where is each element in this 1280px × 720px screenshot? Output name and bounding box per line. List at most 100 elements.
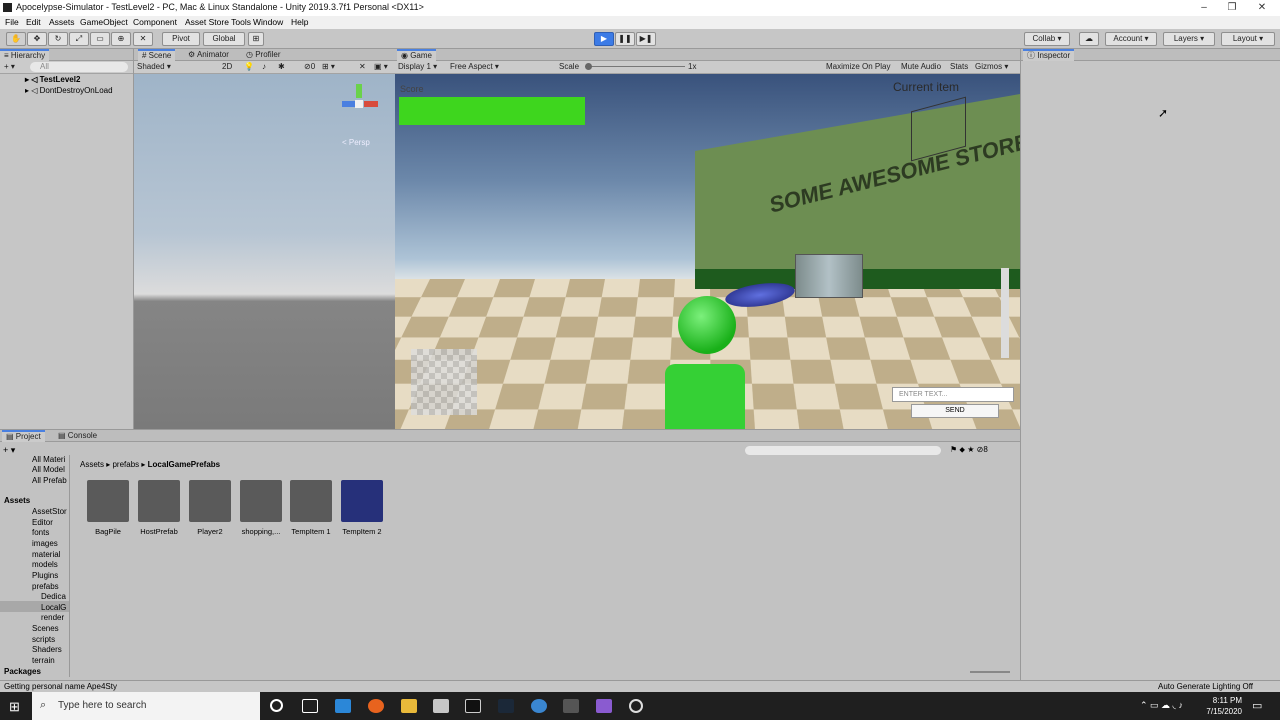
taskbar-search-input[interactable]: Type here to search [58,700,146,711]
gizmo-x-axis[interactable] [364,101,378,107]
hierarchy-search-input[interactable]: All [30,62,128,72]
cortana-icon[interactable] [270,699,283,712]
play-button[interactable]: ▶ [594,32,614,46]
file-explorer-icon[interactable] [401,699,417,713]
tab-inspector[interactable]: ⓘ Inspector [1023,49,1075,61]
tree-item-localgame[interactable]: LocalG [41,603,66,612]
tab-animator[interactable]: ⚙ Animator [184,49,233,61]
gizmo-y-axis[interactable] [356,84,362,98]
project-search-input[interactable] [745,446,941,455]
pause-button[interactable]: ❚❚ [615,32,635,46]
tree-item-fonts[interactable]: fonts [32,528,49,537]
gizmos-dropdown[interactable]: Gizmos ▾ [975,62,1008,71]
menu-asset-store-tools[interactable]: Asset Store Tools [185,17,251,27]
rotate-tool-button[interactable]: ↻ [48,32,68,46]
asset-bagpile[interactable]: BagPile [85,480,131,536]
collab-dropdown[interactable]: Collab ▾ [1024,32,1070,46]
perspective-label[interactable]: < Persp [342,138,370,147]
icon-size-slider[interactable] [970,671,1010,673]
rect-tool-button[interactable]: ▭ [90,32,110,46]
snap-button[interactable]: ⊞ [248,32,264,46]
display-dropdown[interactable]: Display 1 ▾ [398,62,437,71]
tab-scene[interactable]: # Scene [138,49,176,61]
favorite-all-materials[interactable]: All Materi [32,455,65,464]
move-tool-button[interactable]: ✥ [27,32,47,46]
stats-toggle[interactable]: Stats [950,62,968,71]
asset-shopping[interactable]: shopping,... [238,480,284,536]
lighting-toggle[interactable]: 💡 [244,62,254,71]
send-button[interactable]: SEND [911,404,999,418]
gizmo-z-axis[interactable] [342,101,356,107]
vscode-icon[interactable] [335,699,351,713]
audio-toggle[interactable]: ♪ [262,62,266,71]
tree-item-scripts[interactable]: scripts [32,635,55,644]
tree-item-shaders[interactable]: Shaders [32,645,62,654]
tree-item-render[interactable]: render [41,613,64,622]
menu-edit[interactable]: Edit [26,17,41,27]
clock-time[interactable]: 8:11 PM [1206,696,1242,705]
pivot-toggle[interactable]: Pivot [162,32,200,46]
transform-tool-button[interactable]: ⊕ [111,32,131,46]
tree-item-images[interactable]: images [32,539,58,548]
tree-item-assetstore[interactable]: AssetStor [32,507,67,516]
scale-slider[interactable] [585,66,685,67]
close-button[interactable]: ✕ [1248,0,1276,16]
favorite-all-prefabs[interactable]: All Prefab [32,476,67,485]
scene-gizmo[interactable] [339,84,379,124]
layout-dropdown[interactable]: Layout ▾ [1221,32,1275,46]
breadcrumb-localgameprefabs[interactable]: LocalGamePrefabs [148,460,220,469]
breadcrumb-prefabs[interactable]: prefabs [112,460,139,469]
firefox-icon[interactable] [368,699,384,713]
scene-tools-button[interactable]: ✕ [359,62,366,71]
tree-item-scenes[interactable]: Scenes [32,624,59,633]
tree-item-dedicated[interactable]: Dedica [41,592,66,601]
account-dropdown[interactable]: Account ▾ [1105,32,1157,46]
steam-icon[interactable] [498,699,514,713]
tab-game[interactable]: ◉ Game [397,49,436,61]
tree-item-plugins[interactable]: Plugins [32,571,58,580]
effects-toggle[interactable]: ✱ [278,62,285,71]
menu-gameobject[interactable]: GameObject [80,17,128,27]
tree-item-terrain[interactable]: terrain [32,656,55,665]
asset-hostprefab[interactable]: HostPrefab [136,480,182,536]
browser-icon[interactable] [531,699,547,713]
asset-tempitem-2[interactable]: TempItem 2 [339,480,385,536]
minimize-button[interactable]: – [1190,0,1218,16]
menu-component[interactable]: Component [133,17,177,27]
photos-icon[interactable] [433,699,449,713]
menu-assets[interactable]: Assets [49,17,75,27]
add-object-button[interactable]: + ▾ [4,62,15,71]
maximize-button[interactable]: ❐ [1218,0,1246,16]
breadcrumb-assets[interactable]: Assets [80,460,104,469]
shading-dropdown[interactable]: Shaded ▾ [137,62,171,71]
layers-dropdown[interactable]: Layers ▾ [1163,32,1215,46]
scale-slider-thumb[interactable] [585,63,592,70]
chat-scrollbar[interactable] [1001,268,1009,358]
scene-viewport[interactable]: < Persp [134,74,395,429]
tree-item-packages[interactable]: Packages [4,667,41,676]
aspect-dropdown[interactable]: Free Aspect ▾ [450,62,554,71]
tab-console[interactable]: ▤ Console [54,430,101,442]
windows-start-icon[interactable]: ⊞ [9,699,20,715]
clock-date[interactable]: 7/15/2020 [1202,707,1242,716]
project-filter-buttons[interactable]: ⚑ ⬥ ★ ⊘8 [950,445,988,455]
unity-hub-icon[interactable] [629,699,643,713]
menu-window[interactable]: Window [253,17,283,27]
visual-studio-icon[interactable] [596,699,612,713]
global-toggle[interactable]: Global [203,32,245,46]
hidden-layers-toggle[interactable]: ⊘0 [304,62,315,71]
maximize-on-play-toggle[interactable]: Maximize On Play [826,62,890,71]
tab-hierarchy[interactable]: ≡ Hierarchy [0,49,50,61]
tree-item-prefabs[interactable]: prefabs [32,582,59,591]
favorite-all-models[interactable]: All Model [32,465,65,474]
asset-tempitem-1[interactable]: TempItem 1 [288,480,334,536]
taskbar-search[interactable]: ⌕ Type here to search [32,692,260,720]
task-view-icon[interactable] [302,699,318,713]
notification-icon[interactable]: ▭ [1252,699,1262,712]
game-viewport[interactable]: SOME AWESOME STORE NAME Score Current it… [395,74,1020,429]
asset-player2[interactable]: Player2 [187,480,233,536]
tree-item-assets[interactable]: Assets [4,496,30,505]
tab-profiler[interactable]: ◷ Profiler [242,49,285,61]
custom-tool-button[interactable]: ✕ [133,32,153,46]
chat-input[interactable]: ENTER TEXT... [892,387,1014,402]
